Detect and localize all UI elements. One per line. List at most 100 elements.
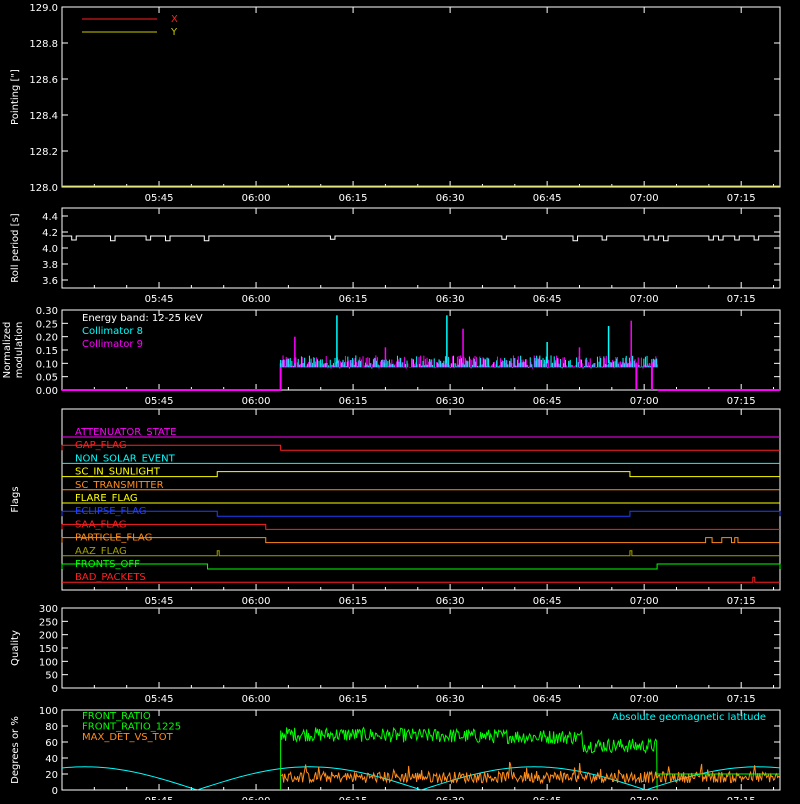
modulation-ytick-label: 0.05 <box>36 373 58 384</box>
ratios-legend-label: FRONT_RATIO <box>82 711 151 722</box>
ratios-xtick-label: 06:00 <box>242 796 271 800</box>
roll-xtick-label: 06:00 <box>242 294 271 305</box>
modulation-panel: 05:45 06:00 06:15 06:30 06:45 07:00 07:15 0.00 0… <box>2 306 781 407</box>
pointing-xtick-label: 06:30 <box>436 193 465 204</box>
quality-xtick-label: 05:45 <box>145 694 174 705</box>
pointing-ytick-label: 128.0 <box>29 183 58 194</box>
modulation-xtick-label: 07:15 <box>727 396 756 407</box>
ratios-ytick-label: 0 <box>52 786 58 797</box>
flag-label: BAD_PACKETS <box>75 572 146 583</box>
modulation-legend-label: Collimator 8 <box>82 326 143 337</box>
quality-ytick-label: 50 <box>45 671 58 682</box>
flag-line <box>62 576 780 583</box>
quality-frame <box>61 607 781 689</box>
modulation-ytick-label: 0.30 <box>36 306 58 317</box>
flags-xtick-label: 06:30 <box>436 596 465 607</box>
flag-label: FRONTS_OFF <box>75 559 140 570</box>
flag-line <box>62 471 780 478</box>
flags-xtick-label: 05:45 <box>145 596 174 607</box>
roll-xtick-label: 07:00 <box>630 294 659 305</box>
roll-frame <box>61 207 781 289</box>
modulation-ytick-label: 0.15 <box>36 346 58 357</box>
flag-line <box>61 563 781 570</box>
ratios-xtick-label: 06:30 <box>436 796 465 800</box>
flags-ylabel: Flags <box>10 486 21 512</box>
pointing-xtick-label: 06:15 <box>339 193 368 204</box>
modulation-ylabel-line: Normalized <box>2 322 13 379</box>
ratios-xtick-label: 07:15 <box>727 796 756 800</box>
modulation-ytick-label: 0.25 <box>36 319 58 330</box>
quality-ytick-label: 150 <box>39 644 58 655</box>
modulation-ytick-label: 0.10 <box>36 359 58 370</box>
flags-xtick-label: 06:00 <box>242 596 271 607</box>
pointing-legend-label: X <box>171 14 178 25</box>
flag-label: SC_IN_SUNLIGHT <box>75 467 161 478</box>
ratios-xtick-label: 07:00 <box>630 796 659 800</box>
ratios-ylabel: Degrees or % <box>10 716 21 784</box>
hessi-quicklook-plot: 05:45 06:00 06:15 06:30 06:45 07:00 07:15 128.0… <box>0 0 800 804</box>
quality-ytick-label: 300 <box>39 604 58 615</box>
pointing-xtick-label: 06:45 <box>533 193 562 204</box>
ratios-xtick-label: 06:15 <box>339 796 368 800</box>
ratios-ytick-label: 20 <box>45 770 58 781</box>
quality-xtick-label: 06:00 <box>242 694 271 705</box>
pointing-ytick-label: 128.8 <box>29 39 58 50</box>
flag-line <box>61 523 780 530</box>
quality-ytick-label: 0 <box>52 684 58 695</box>
roll-ytick-label: 4.0 <box>42 244 58 255</box>
roll-period-series <box>62 235 780 242</box>
plot-canvas: 05:45 06:00 06:15 06:30 06:45 07:00 07:15 128.0… <box>2 3 781 804</box>
quality-ytick-label: 200 <box>39 631 58 642</box>
roll-xtick-label: 06:15 <box>339 294 368 305</box>
modulation-xtick-label: 06:30 <box>436 396 465 407</box>
ratios-ytick-label: 100 <box>39 706 58 717</box>
modulation-ylabel: Normalizedmodulation <box>2 322 25 379</box>
pointing-xtick-label: 07:00 <box>630 193 659 204</box>
ratios-xtick-label: 05:45 <box>145 796 174 800</box>
ratios-legend-label: MAX_DET_VS_TOT <box>82 732 174 743</box>
flag-label: AAZ_FLAG <box>75 546 127 557</box>
pointing-xtick-label: 05:45 <box>145 193 174 204</box>
ratios-ytick-label: 60 <box>45 738 58 749</box>
ratios-ytick-label: 80 <box>45 722 58 733</box>
flags-xtick-label: 07:00 <box>630 596 659 607</box>
roll-ytick-label: 4.2 <box>42 228 58 239</box>
quality-xtick-label: 06:45 <box>533 694 562 705</box>
flags-xtick-label: 06:15 <box>339 596 368 607</box>
pointing-panel: 05:45 06:00 06:15 06:30 06:45 07:00 07:15 128.0… <box>10 3 781 204</box>
quality-ytick-label: 250 <box>39 617 58 628</box>
ratios-xtick-label: 06:45 <box>533 796 562 800</box>
geomagnetic-latitude-label: Absolute geomagnetic latitude <box>612 712 766 723</box>
quality-panel: 05:45 06:00 06:15 06:30 06:45 07:00 07:15 0 50 10… <box>10 604 781 705</box>
flag-label: SAA_FLAG <box>75 519 126 530</box>
pointing-xtick-label: 07:15 <box>727 193 756 204</box>
pointing-frame <box>61 6 781 188</box>
flags-xtick-label: 06:45 <box>533 596 562 607</box>
flag-label: FLARE_FLAG <box>75 493 138 504</box>
modulation-ytick-label: 0.00 <box>36 386 58 397</box>
flag-line <box>61 444 780 451</box>
flag-label: SC_TRANSMITTER <box>75 480 164 491</box>
roll-ytick-label: 4.4 <box>42 212 58 223</box>
roll-xtick-label: 05:45 <box>145 294 174 305</box>
max-det-vs-tot-series <box>280 761 781 785</box>
pointing-ytick-label: 129.0 <box>29 3 58 14</box>
modulation-xtick-label: 07:00 <box>630 396 659 407</box>
flag-label: PARTICLE_FLAG <box>75 533 152 544</box>
roll-ytick-label: 3.6 <box>42 276 58 287</box>
pointing-ylabel: Pointing ["] <box>10 69 21 125</box>
flag-label: ECLIPSE_FLAG <box>75 506 146 517</box>
modulation-legend-label: Collimator 9 <box>82 339 143 350</box>
roll-xtick-label: 07:15 <box>727 294 756 305</box>
flags-panel: 05:45 06:00 06:15 06:30 06:45 07:00 07:15 Flags… <box>10 408 781 607</box>
modulation-xtick-label: 06:00 <box>242 396 271 407</box>
quality-xtick-label: 06:30 <box>436 694 465 705</box>
roll-ytick-label: 3.8 <box>42 260 58 271</box>
modulation-xtick-label: 06:45 <box>533 396 562 407</box>
roll-xtick-label: 06:30 <box>436 294 465 305</box>
modulation-xtick-label: 06:15 <box>339 396 368 407</box>
pointing-ytick-label: 128.2 <box>29 147 58 158</box>
modulation-ytick-label: 0.20 <box>36 333 58 344</box>
quality-xtick-label: 07:00 <box>630 694 659 705</box>
ratios-panel: 05:45 06:00 06:15 06:30 06:45 07:00 07:15 0 20 40… <box>10 706 781 804</box>
